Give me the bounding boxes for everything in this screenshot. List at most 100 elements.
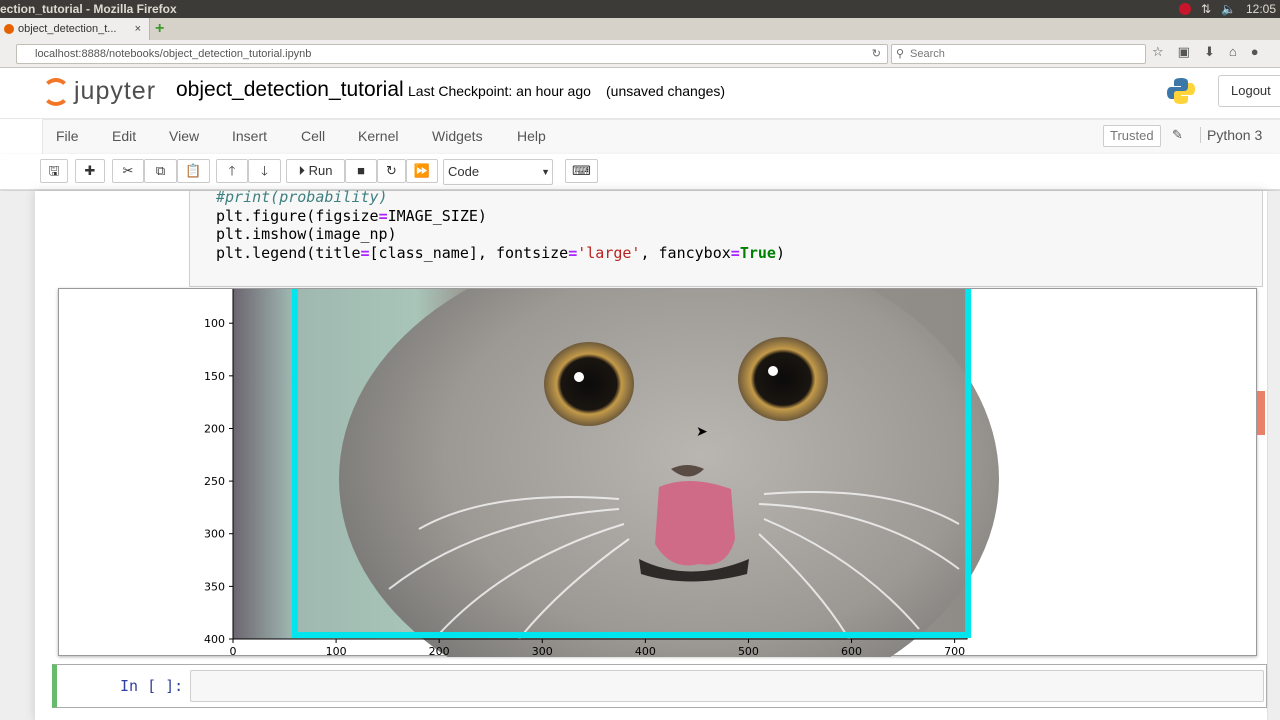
arrow-up-icon: 🡑 [228, 163, 236, 178]
library-icon[interactable]: ▣ [1178, 44, 1190, 60]
code-line-2: plt.figure(figsize=IMAGE_SIZE) [216, 207, 487, 225]
bookmark-star-icon[interactable]: ☆ [1152, 44, 1164, 60]
paste-icon: 📋 [185, 163, 202, 178]
y-axis-ticks: 100 150 200 250 300 350 400 [204, 317, 233, 646]
tab-close-icon[interactable]: × [135, 18, 141, 40]
y-tick-label: 100 [204, 317, 225, 330]
menu-widgets[interactable]: Widgets [432, 128, 483, 144]
save-button[interactable]: 🖫 [40, 159, 68, 183]
page-scrollbar[interactable] [1268, 191, 1280, 720]
copy-button[interactable]: ⧉ [144, 159, 177, 183]
x-tick-label: 400 [635, 645, 656, 657]
command-palette-button[interactable]: ⌨ [565, 159, 598, 183]
run-label: Run [308, 163, 333, 178]
menubar: File Edit View Insert Cell Kernel Widget… [0, 118, 1280, 155]
jupyter-logo-text: jupyter [74, 77, 157, 105]
menu-view[interactable]: View [169, 128, 199, 144]
cat-left-eye [544, 342, 634, 426]
code-token: , fancybox [640, 244, 731, 262]
input-prompt: In [ ]: [120, 677, 184, 695]
navigation-bar: localhost:8888/notebooks/object_detectio… [0, 40, 1280, 68]
code-token: plt.legend(title [216, 244, 361, 262]
interrupt-button[interactable]: ■ [345, 159, 377, 183]
menu-insert[interactable]: Insert [232, 128, 267, 144]
download-icon[interactable]: ⬇ [1204, 44, 1215, 60]
cell-type-value: Code [448, 164, 480, 179]
restart-run-all-button[interactable]: ⏩ [406, 159, 438, 183]
fast-forward-icon: ⏩ [413, 163, 431, 178]
autosave-status: (unsaved changes) [606, 83, 726, 99]
menu-help[interactable]: Help [517, 128, 546, 144]
code-string: 'large' [577, 244, 641, 262]
y-tick-label: 400 [204, 633, 225, 646]
new-tab-button[interactable]: + [155, 20, 164, 38]
code-token: .figure(figsize [243, 207, 379, 225]
cat-image [233, 289, 999, 657]
menu-icon[interactable]: ● [1251, 44, 1259, 60]
menu-edit[interactable]: Edit [112, 128, 136, 144]
notebook-area: #print(probability) plt.figure(figsize=I… [0, 188, 1280, 720]
menu-cell[interactable]: Cell [301, 128, 325, 144]
tab-notebook[interactable]: object_detection_t... × [0, 18, 150, 40]
x-tick-label: 600 [841, 645, 862, 657]
paste-button[interactable]: 📋 [177, 159, 210, 183]
chrome-icon[interactable] [1178, 3, 1191, 15]
search-box[interactable]: ⚲ Search [891, 44, 1146, 64]
trusted-indicator[interactable]: Trusted [1103, 125, 1161, 147]
copy-icon: ⧉ [155, 163, 166, 178]
reload-icon[interactable]: ↻ [872, 45, 881, 63]
jupyter-logo-icon [42, 78, 70, 106]
clock[interactable]: 12:05 [1246, 0, 1276, 18]
code-token: [class_name], fontsize [369, 244, 569, 262]
firefox-icon [4, 24, 14, 34]
step-forward-icon: ⏵ [298, 163, 306, 178]
nav-icons: ☆ ▣ ⬇ ⌂ ● [1152, 44, 1259, 60]
menu-kernel[interactable]: Kernel [358, 128, 398, 144]
x-tick-label: 200 [429, 645, 450, 657]
code-operator: = [360, 244, 370, 262]
empty-code-cell[interactable]: In [ ]: [52, 664, 1267, 708]
x-tick-label: 100 [326, 645, 347, 657]
restart-icon: ↻ [386, 163, 397, 178]
move-down-button[interactable]: 🡓 [248, 159, 281, 183]
cell-type-select[interactable]: Code ▼ [443, 159, 553, 185]
tab-strip: object_detection_t... × + [0, 18, 1280, 40]
jupyter-header: jupyter object_detection_tutorial Last C… [0, 68, 1280, 118]
code-input-field[interactable] [190, 670, 1264, 702]
url-bar[interactable]: localhost:8888/notebooks/object_detectio… [16, 44, 888, 64]
chevron-down-icon: ▼ [541, 167, 550, 177]
search-icon: ⚲ [896, 48, 905, 60]
kernel-indicator[interactable]: Python 3 [1200, 127, 1262, 143]
plus-icon: ✚ [84, 163, 96, 178]
x-tick-label: 700 [944, 645, 965, 657]
scissors-icon: ✂ [122, 163, 134, 178]
edit-mode-pencil-icon: ✎ [1172, 127, 1183, 142]
move-up-button[interactable]: 🡑 [216, 159, 248, 183]
y-tick-label: 200 [204, 422, 225, 435]
logout-button[interactable]: Logout [1218, 75, 1280, 107]
cell-output[interactable]: 100 150 200 250 300 350 400 0 100 200 300 400 500 60… [58, 288, 1257, 657]
cat-tongue [655, 480, 735, 566]
code-cell-input[interactable]: #print(probability) plt.figure(figsize=I… [189, 188, 1263, 287]
image-plot: 100 150 200 250 300 350 400 0 100 200 300 400 500 60… [204, 289, 999, 657]
cut-button[interactable]: ✂ [112, 159, 144, 183]
python-logo-icon [1167, 78, 1195, 104]
run-button[interactable]: ⏵ Run [286, 159, 345, 183]
insert-cell-button[interactable]: ✚ [75, 159, 105, 183]
network-icon[interactable]: ⇅ [1201, 0, 1211, 18]
output-scroll-marker[interactable] [1257, 391, 1265, 435]
stop-icon: ■ [357, 163, 365, 178]
y-tick-label: 250 [204, 475, 225, 488]
notebook-name[interactable]: object_detection_tutorial [176, 78, 404, 102]
y-tick-label: 150 [204, 370, 225, 383]
code-line-4: plt.legend(title=[class_name], fontsize=… [216, 244, 785, 262]
volume-icon[interactable]: 🔈 [1221, 0, 1236, 18]
jupyter-logo[interactable]: jupyter [42, 76, 162, 110]
code-operator: = [378, 207, 388, 225]
code-line-3: plt.imshow(image_np) [216, 225, 397, 243]
menu-file[interactable]: File [56, 128, 79, 144]
restart-button[interactable]: ↻ [377, 159, 406, 183]
search-placeholder: Search [910, 48, 945, 60]
system-tray: ⇅ 🔈 12:05 [1178, 0, 1280, 18]
home-icon[interactable]: ⌂ [1229, 44, 1237, 60]
